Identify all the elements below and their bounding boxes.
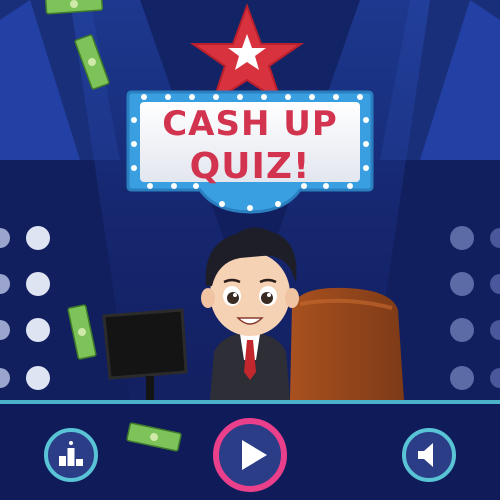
game-title-line1: CASH UP	[162, 104, 338, 144]
play-icon	[242, 440, 267, 470]
podium-icon	[59, 441, 83, 466]
quiz-host-character	[201, 227, 299, 400]
banknote-icon	[126, 422, 182, 452]
sound-toggle-button[interactable]	[402, 428, 456, 482]
leaderboard-button[interactable]	[44, 428, 98, 482]
game-title-line2: QUIZ!	[189, 146, 311, 187]
speaker-icon	[418, 443, 433, 467]
play-button[interactable]	[213, 418, 287, 492]
host-chair	[290, 287, 404, 400]
